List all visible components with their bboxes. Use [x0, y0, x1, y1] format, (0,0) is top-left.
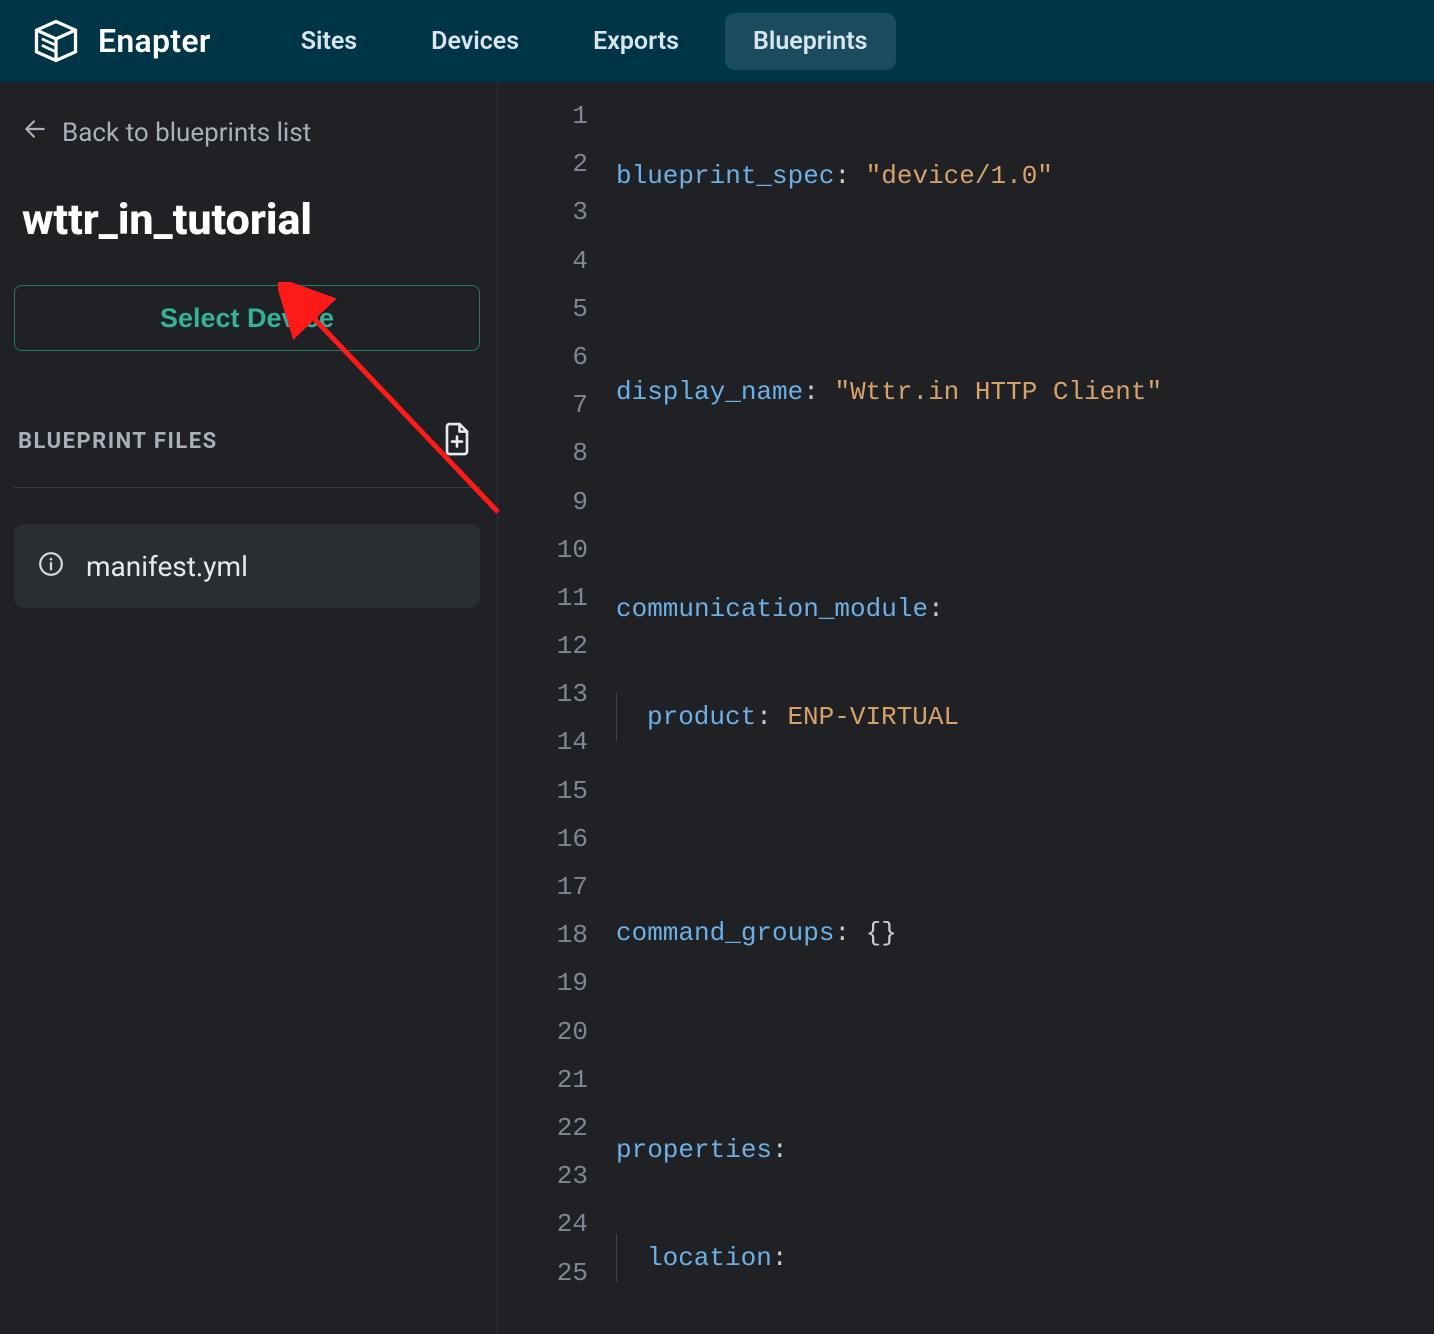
code-editor[interactable]: 1234567891011121314151617181920212223242… — [498, 82, 1434, 1334]
line-number: 3 — [498, 188, 616, 236]
line-number: 19 — [498, 959, 616, 1007]
nav-blueprints[interactable]: Blueprints — [725, 13, 896, 70]
line-number: 15 — [498, 767, 616, 815]
file-item-label: manifest.yml — [86, 550, 248, 583]
info-icon — [38, 551, 64, 581]
line-number: 25 — [498, 1249, 616, 1297]
line-number: 11 — [498, 574, 616, 622]
line-number: 20 — [498, 1008, 616, 1056]
nav-items: Sites Devices Exports Blueprints — [273, 13, 896, 70]
select-device-label: Select Device — [160, 303, 334, 334]
code-area[interactable]: blueprint_spec: "device/1.0" display_nam… — [616, 82, 1434, 1334]
back-link-label: Back to blueprints list — [62, 118, 311, 148]
blueprint-files-label: BLUEPRINT FILES — [18, 429, 218, 454]
line-number: 24 — [498, 1200, 616, 1248]
brand-name: Enapter — [98, 22, 211, 60]
arrow-left-icon — [22, 116, 48, 149]
line-number: 12 — [498, 622, 616, 670]
sidebar: Back to blueprints list wttr_in_tutorial… — [0, 82, 498, 1334]
nav-sites[interactable]: Sites — [273, 13, 385, 70]
line-number: 9 — [498, 478, 616, 526]
back-to-blueprints-link[interactable]: Back to blueprints list — [14, 116, 483, 149]
line-number: 13 — [498, 670, 616, 718]
top-nav: Enapter Sites Devices Exports Blueprints — [0, 0, 1434, 82]
line-number: 22 — [498, 1104, 616, 1152]
line-number: 10 — [498, 526, 616, 574]
line-number: 23 — [498, 1152, 616, 1200]
line-number: 21 — [498, 1056, 616, 1104]
blueprint-title: wttr_in_tutorial — [14, 195, 483, 245]
line-number: 17 — [498, 863, 616, 911]
line-number: 6 — [498, 333, 616, 381]
nav-exports[interactable]: Exports — [565, 13, 707, 70]
enapter-logo-icon — [30, 15, 82, 67]
line-number: 7 — [498, 381, 616, 429]
nav-devices[interactable]: Devices — [403, 13, 547, 70]
brand[interactable]: Enapter — [30, 15, 211, 67]
line-number: 8 — [498, 429, 616, 477]
file-item-manifest[interactable]: manifest.yml — [14, 524, 480, 608]
line-number: 1 — [498, 92, 616, 140]
line-number: 5 — [498, 285, 616, 333]
select-device-button[interactable]: Select Device — [14, 285, 480, 351]
line-number: 4 — [498, 237, 616, 285]
add-file-icon[interactable] — [442, 421, 472, 461]
line-number: 14 — [498, 718, 616, 766]
line-number: 18 — [498, 911, 616, 959]
line-number-gutter: 1234567891011121314151617181920212223242… — [498, 82, 616, 1334]
blueprint-files-header: BLUEPRINT FILES — [14, 421, 480, 488]
line-number: 16 — [498, 815, 616, 863]
line-number: 2 — [498, 140, 616, 188]
